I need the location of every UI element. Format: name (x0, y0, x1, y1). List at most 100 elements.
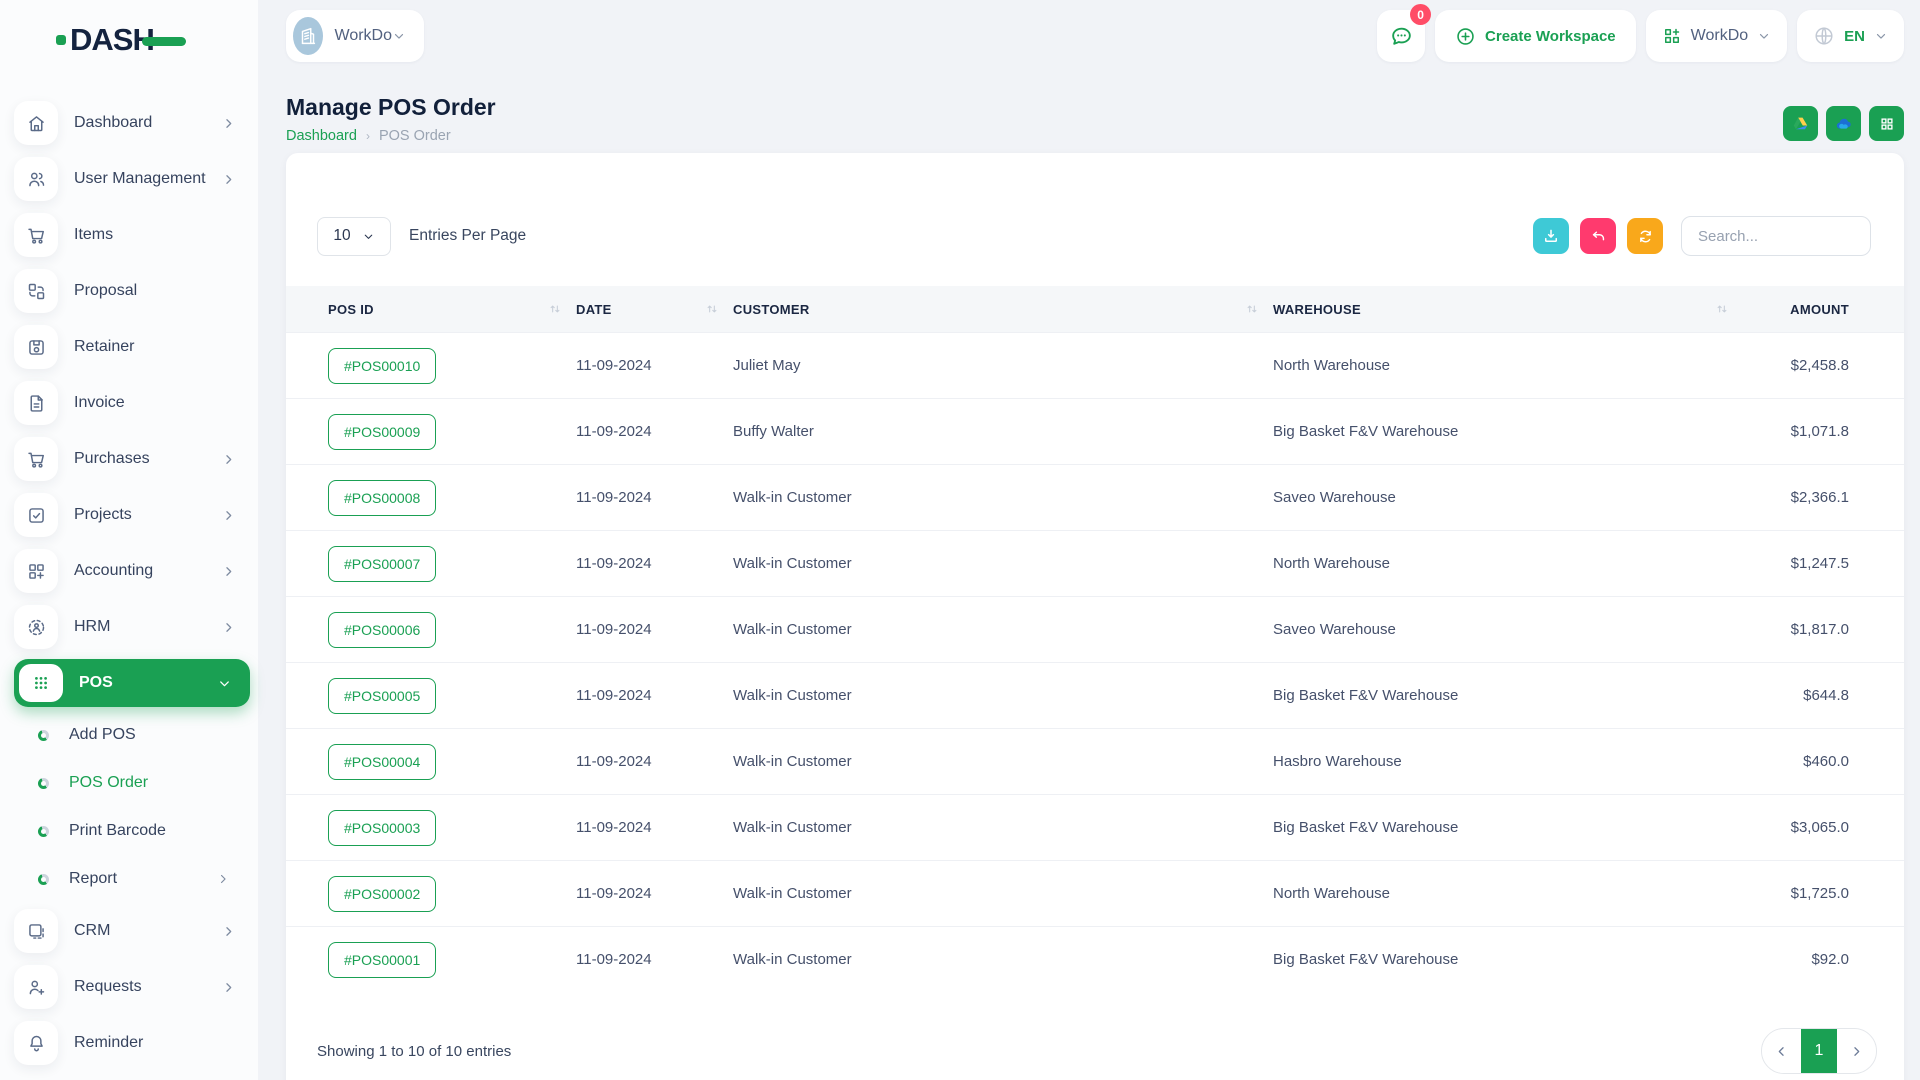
sidebar-item-dashboard[interactable]: Dashboard (0, 95, 258, 151)
pos-id-button[interactable]: #POS00007 (328, 546, 436, 582)
retainer-icon (14, 325, 58, 369)
pos-id-button[interactable]: #POS00010 (328, 348, 436, 384)
pos-id-button[interactable]: #POS00004 (328, 744, 436, 780)
customer-cell: Walk-in Customer (733, 555, 1273, 572)
chevron-left-icon (1774, 1044, 1789, 1059)
sidebar-subitem-report[interactable]: Report (0, 855, 258, 903)
pagination: 1 (1761, 1028, 1877, 1074)
column-header-pos-id[interactable]: POS ID (328, 302, 576, 317)
customer-cell: Buffy Walter (733, 423, 1273, 440)
pos-id-button[interactable]: #POS00008 (328, 480, 436, 516)
pos-id-button[interactable]: #POS00002 (328, 876, 436, 912)
crm-icon (14, 909, 58, 953)
amount-cell: $1,725.0 (1743, 885, 1849, 902)
google-drive-button[interactable] (1783, 106, 1818, 141)
sidebar-item-purchases[interactable]: Purchases (0, 431, 258, 487)
sidebar-item-label: Reminder (74, 1034, 236, 1052)
customer-cell: Walk-in Customer (733, 621, 1273, 638)
chevron-down-icon (1757, 29, 1771, 43)
grid-view-button[interactable] (1869, 106, 1904, 141)
customer-cell: Walk-in Customer (733, 753, 1273, 770)
sidebar-item-user-management[interactable]: User Management (0, 151, 258, 207)
sidebar-item-projects[interactable]: Projects (0, 487, 258, 543)
chevron-right-icon (221, 620, 236, 635)
chevron-right-icon (221, 116, 236, 131)
proposal-icon (14, 269, 58, 313)
pos-id-button[interactable]: #POS00003 (328, 810, 436, 846)
sidebar-item-proposal[interactable]: Proposal (0, 263, 258, 319)
entries-per-page-select[interactable]: 10 (317, 217, 391, 256)
sidebar-item-reminder[interactable]: Reminder (0, 1015, 258, 1071)
warehouse-cell: Saveo Warehouse (1273, 489, 1743, 506)
entries-per-page-value: 10 (333, 227, 350, 245)
chevron-right-icon (1849, 1044, 1864, 1059)
warehouse-cell: Hasbro Warehouse (1273, 753, 1743, 770)
breadcrumb-dashboard-link[interactable]: Dashboard (286, 128, 357, 144)
table-row: #POS00010 11-09-2024 Juliet May North Wa… (286, 332, 1904, 398)
page-title: Manage POS Order (286, 94, 496, 121)
user-plus-icon (14, 965, 58, 1009)
sidebar-item-items[interactable]: Items (0, 207, 258, 263)
date-cell: 11-09-2024 (576, 819, 733, 836)
breadcrumb: Dashboard › POS Order (286, 128, 496, 144)
amount-cell: $2,458.8 (1743, 357, 1849, 374)
brand-logo[interactable]: DASH (56, 18, 186, 62)
pos-id-button[interactable]: #POS00009 (328, 414, 436, 450)
sidebar-item-accounting[interactable]: Accounting (0, 543, 258, 599)
workdo-menu-button[interactable]: WorkDo (1646, 10, 1788, 62)
table-row: #POS00006 11-09-2024 Walk-in Customer Sa… (286, 596, 1904, 662)
customer-cell: Walk-in Customer (733, 819, 1273, 836)
sidebar-item-retainer[interactable]: Retainer (0, 319, 258, 375)
home-icon (14, 101, 58, 145)
language-selector[interactable]: EN (1797, 10, 1904, 62)
amount-cell: $460.0 (1743, 753, 1849, 770)
sidebar-item-pos-active[interactable]: POS (0, 655, 258, 711)
users-icon (14, 157, 58, 201)
chevron-down-icon (392, 29, 406, 43)
sidebar-item-hrm[interactable]: HRM (0, 599, 258, 655)
reset-button[interactable] (1580, 218, 1616, 254)
workspace-selector[interactable]: WorkDo (286, 10, 424, 62)
topbar: WorkDo 0 Create Workspace WorkDo EN (286, 0, 1904, 72)
pos-id-button[interactable]: #POS00005 (328, 678, 436, 714)
previous-page-button[interactable] (1762, 1029, 1801, 1073)
customer-cell: Walk-in Customer (733, 885, 1273, 902)
column-header-customer[interactable]: CUSTOMER (733, 302, 1273, 317)
export-button[interactable] (1533, 218, 1569, 254)
sidebar-item-invoice[interactable]: Invoice (0, 375, 258, 431)
date-cell: 11-09-2024 (576, 357, 733, 374)
column-header-date[interactable]: DATE (576, 302, 733, 317)
column-header-warehouse[interactable]: WAREHOUSE (1273, 302, 1743, 317)
customer-cell: Juliet May (733, 357, 1273, 374)
table-header-row: POS ID DATE CUSTOMER WAREHOUSE AMOUNT (286, 286, 1904, 332)
sidebar-item-requests[interactable]: Requests (0, 959, 258, 1015)
create-workspace-button[interactable]: Create Workspace (1435, 10, 1636, 62)
sidebar-subitem-print-barcode[interactable]: Print Barcode (0, 807, 258, 855)
download-icon (1542, 227, 1560, 245)
invoice-icon (14, 381, 58, 425)
grid-icon (1878, 115, 1896, 133)
chevron-down-icon (362, 230, 375, 243)
reload-button[interactable] (1627, 218, 1663, 254)
undo-icon (1590, 228, 1607, 245)
sort-icon (705, 302, 719, 316)
breadcrumb-current: POS Order (379, 128, 451, 144)
submenu-dot-icon (38, 778, 49, 789)
logo-dash-accent (142, 37, 186, 46)
onedrive-button[interactable] (1826, 106, 1861, 141)
current-page-button[interactable]: 1 (1801, 1029, 1837, 1073)
messages-button[interactable]: 0 (1377, 10, 1425, 62)
date-cell: 11-09-2024 (576, 555, 733, 572)
next-page-button[interactable] (1837, 1029, 1876, 1073)
column-header-amount[interactable]: AMOUNT (1743, 302, 1849, 317)
sidebar-item-crm[interactable]: CRM (0, 903, 258, 959)
pos-order-card: 10 Entries Per Page POS ID DATE (286, 153, 1904, 1080)
submenu-label: Report (69, 870, 216, 888)
pos-id-button[interactable]: #POS00001 (328, 942, 436, 978)
sidebar-subitem-pos-order[interactable]: POS Order (0, 759, 258, 807)
pos-id-button[interactable]: #POS00006 (328, 612, 436, 648)
sidebar-subitem-add-pos[interactable]: Add POS (0, 711, 258, 759)
submenu-label: Print Barcode (69, 822, 230, 840)
search-input[interactable] (1681, 216, 1871, 256)
table-row: #POS00001 11-09-2024 Walk-in Customer Bi… (286, 926, 1904, 992)
